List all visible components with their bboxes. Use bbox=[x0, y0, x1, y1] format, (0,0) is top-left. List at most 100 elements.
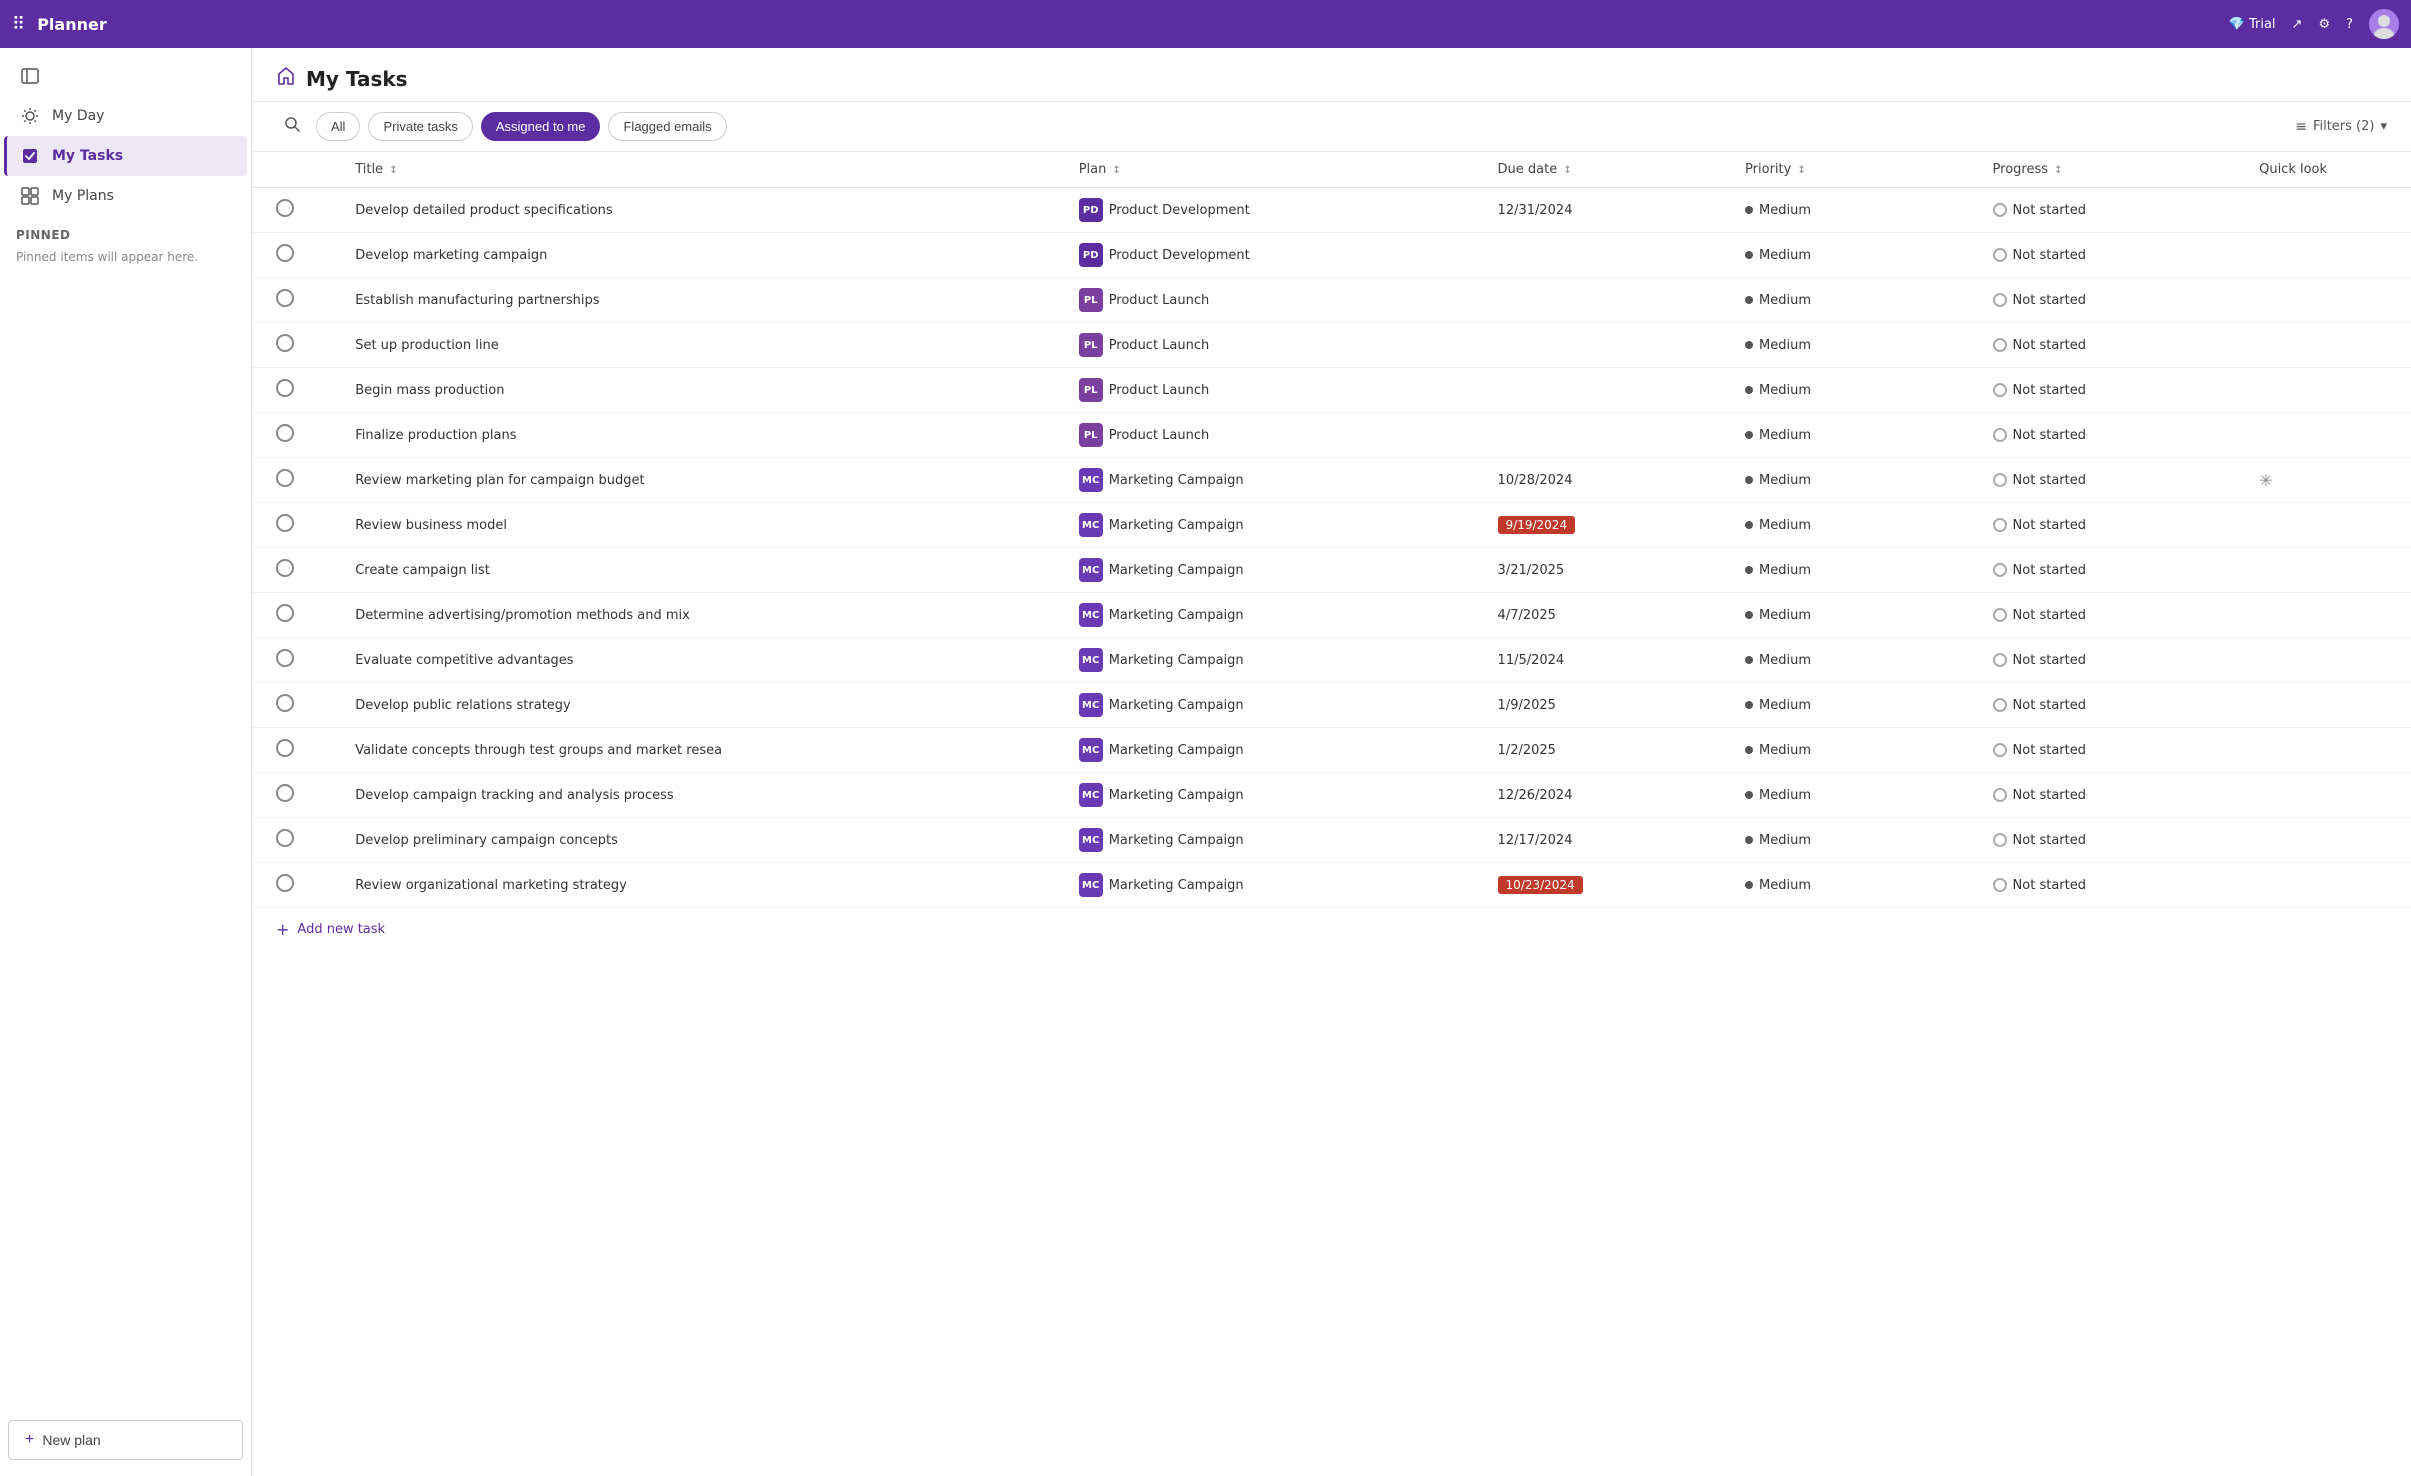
new-plan-button[interactable]: + New plan bbox=[8, 1420, 243, 1460]
task-progress: Not started bbox=[1993, 428, 2244, 443]
share-icon[interactable]: ↗ bbox=[2292, 17, 2303, 32]
sidebar-item-label: My Tasks bbox=[52, 148, 123, 164]
trial-button[interactable]: 💎 Trial bbox=[2229, 17, 2276, 32]
task-checkbox[interactable] bbox=[276, 379, 294, 397]
toggle-icon bbox=[20, 66, 40, 86]
table-row: Begin mass production PL Product Launch … bbox=[252, 368, 2411, 413]
task-progress: Not started bbox=[1993, 833, 2244, 848]
task-plan: MC Marketing Campaign bbox=[1079, 513, 1244, 537]
plan-name: Marketing Campaign bbox=[1109, 743, 1244, 758]
task-title: Review business model bbox=[355, 518, 1063, 533]
due-date: 11/5/2024 bbox=[1498, 653, 1565, 668]
task-checkbox[interactable] bbox=[276, 559, 294, 577]
task-priority: Medium bbox=[1745, 248, 1977, 263]
col-plan[interactable]: Plan ↕ bbox=[1071, 152, 1490, 188]
task-title: Create campaign list bbox=[355, 563, 1063, 578]
sun-icon bbox=[20, 106, 40, 126]
task-checkbox[interactable] bbox=[276, 469, 294, 487]
table-row: Develop preliminary campaign concepts MC… bbox=[252, 818, 2411, 863]
sidebar-item-my-plans[interactable]: My Plans bbox=[4, 176, 247, 216]
progress-label: Not started bbox=[2013, 698, 2086, 713]
plan-icon: PL bbox=[1079, 288, 1103, 312]
task-plan: MC Marketing Campaign bbox=[1079, 738, 1244, 762]
plan-icon: MC bbox=[1079, 828, 1103, 852]
pinned-section-label: Pinned bbox=[0, 216, 251, 246]
priority-dot-icon bbox=[1745, 386, 1753, 394]
due-date: 1/9/2025 bbox=[1498, 698, 1556, 713]
due-date-badge: 10/23/2024 bbox=[1498, 876, 1583, 894]
due-date: 1/2/2025 bbox=[1498, 743, 1556, 758]
tab-assigned-to-me[interactable]: Assigned to me bbox=[481, 112, 601, 141]
sidebar-bottom: + New plan bbox=[0, 1412, 251, 1468]
task-checkbox[interactable] bbox=[276, 199, 294, 217]
task-plan: MC Marketing Campaign bbox=[1079, 603, 1244, 627]
filter-label: Filters (2) bbox=[2313, 119, 2375, 134]
task-checkbox[interactable] bbox=[276, 829, 294, 847]
avatar[interactable] bbox=[2369, 9, 2399, 39]
tab-private-tasks[interactable]: Private tasks bbox=[368, 112, 472, 141]
task-checkbox[interactable] bbox=[276, 514, 294, 532]
table-row: Develop marketing campaign PD Product De… bbox=[252, 233, 2411, 278]
col-priority[interactable]: Priority ↕ bbox=[1737, 152, 1985, 188]
sidebar-item-my-tasks[interactable]: My Tasks bbox=[4, 136, 247, 176]
progress-circle-icon bbox=[1993, 608, 2007, 622]
task-checkbox[interactable] bbox=[276, 424, 294, 442]
settings-icon[interactable]: ⚙ bbox=[2318, 17, 2330, 32]
task-title: Evaluate competitive advantages bbox=[355, 653, 1063, 668]
plan-name: Product Launch bbox=[1109, 293, 1210, 308]
progress-circle-icon bbox=[1993, 743, 2007, 757]
task-priority: Medium bbox=[1745, 833, 1977, 848]
task-checkbox[interactable] bbox=[276, 649, 294, 667]
search-button[interactable] bbox=[276, 112, 308, 141]
filter-button[interactable]: ≡ Filters (2) ▾ bbox=[2295, 119, 2387, 135]
plan-icon: MC bbox=[1079, 738, 1103, 762]
quicklook-icon[interactable]: ✳ bbox=[2259, 471, 2272, 490]
task-checkbox[interactable] bbox=[276, 334, 294, 352]
task-checkbox[interactable] bbox=[276, 784, 294, 802]
task-checkbox[interactable] bbox=[276, 874, 294, 892]
sidebar-toggle[interactable] bbox=[4, 56, 247, 96]
plan-icon: MC bbox=[1079, 558, 1103, 582]
progress-label: Not started bbox=[2013, 383, 2086, 398]
priority-dot-icon bbox=[1745, 656, 1753, 664]
plan-name: Marketing Campaign bbox=[1109, 473, 1244, 488]
table-row: Develop public relations strategy MC Mar… bbox=[252, 683, 2411, 728]
task-checkbox[interactable] bbox=[276, 739, 294, 757]
task-checkbox[interactable] bbox=[276, 244, 294, 262]
plan-name: Product Launch bbox=[1109, 338, 1210, 353]
plan-name: Marketing Campaign bbox=[1109, 878, 1244, 893]
table-row: Create campaign list MC Marketing Campai… bbox=[252, 548, 2411, 593]
priority-label: Medium bbox=[1759, 743, 1811, 758]
tab-flagged-emails[interactable]: Flagged emails bbox=[608, 112, 726, 141]
priority-label: Medium bbox=[1759, 293, 1811, 308]
task-checkbox[interactable] bbox=[276, 289, 294, 307]
task-plan: MC Marketing Campaign bbox=[1079, 783, 1244, 807]
priority-dot-icon bbox=[1745, 881, 1753, 889]
task-priority: Medium bbox=[1745, 653, 1977, 668]
sidebar-item-my-day[interactable]: My Day bbox=[4, 96, 247, 136]
plan-icon: PL bbox=[1079, 378, 1103, 402]
help-icon[interactable]: ? bbox=[2346, 17, 2353, 32]
plan-icon: PD bbox=[1079, 243, 1103, 267]
task-plan: PD Product Development bbox=[1079, 198, 1250, 222]
progress-sort-icon: ↕ bbox=[2054, 165, 2062, 176]
progress-label: Not started bbox=[2013, 608, 2086, 623]
task-checkbox[interactable] bbox=[276, 694, 294, 712]
col-progress[interactable]: Progress ↕ bbox=[1985, 152, 2252, 188]
plan-name: Marketing Campaign bbox=[1109, 563, 1244, 578]
table-row: Review business model MC Marketing Campa… bbox=[252, 503, 2411, 548]
task-title: Develop preliminary campaign concepts bbox=[355, 833, 1063, 848]
grid-dots-icon[interactable]: ⠿ bbox=[12, 14, 25, 35]
progress-label: Not started bbox=[2013, 518, 2086, 533]
task-title: Develop public relations strategy bbox=[355, 698, 1063, 713]
tab-all[interactable]: All bbox=[316, 112, 360, 141]
task-plan: PL Product Launch bbox=[1079, 378, 1210, 402]
add-task-row[interactable]: + Add new task bbox=[252, 908, 2411, 951]
col-due-date[interactable]: Due date ↕ bbox=[1490, 152, 1738, 188]
col-title[interactable]: Title ↕ bbox=[347, 152, 1071, 188]
task-priority: Medium bbox=[1745, 788, 1977, 803]
progress-label: Not started bbox=[2013, 788, 2086, 803]
task-checkbox[interactable] bbox=[276, 604, 294, 622]
table-row: Set up production line PL Product Launch… bbox=[252, 323, 2411, 368]
task-progress: Not started bbox=[1993, 473, 2244, 488]
